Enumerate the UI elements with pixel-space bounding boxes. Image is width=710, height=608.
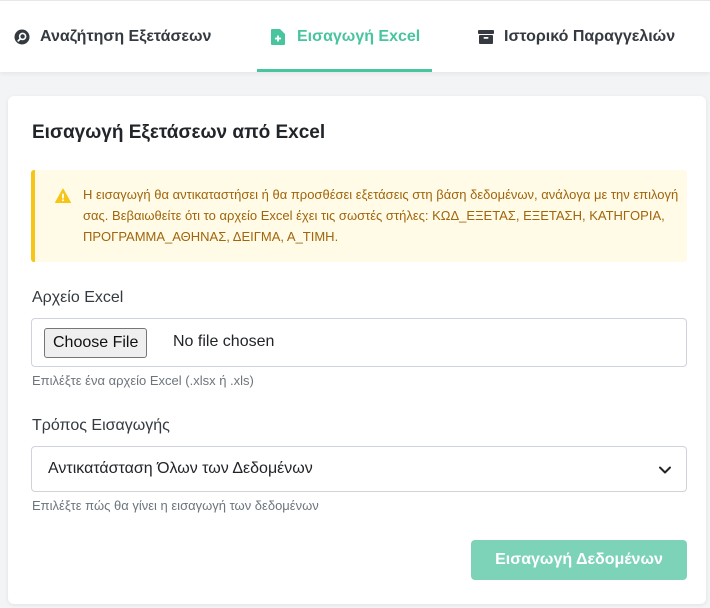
alert-text: Η εισαγωγή θα αντικαταστήσει ή θα προσθέ… xyxy=(83,187,679,244)
mode-help-text: Επιλέξτε πώς θα γίνει η εισαγωγή των δεδ… xyxy=(32,498,319,513)
tab-label: Εισαγωγή Excel xyxy=(297,28,421,45)
import-card: Εισαγωγή Εξετάσεων από Excel Η εισαγωγή … xyxy=(8,96,706,604)
choose-file-button[interactable]: Choose File xyxy=(44,328,148,358)
tab-label: Αναζήτηση Εξετάσεων xyxy=(40,28,212,45)
tab-excel-import[interactable]: Εισαγωγή Excel xyxy=(256,1,433,73)
tab-search-exams[interactable]: Αναζήτηση Εξετάσεων xyxy=(14,1,211,73)
import-mode-select[interactable]: Αντικατάσταση Όλων των Δεδομένων xyxy=(31,446,687,492)
file-input[interactable]: Choose File No file chosen xyxy=(31,318,687,367)
card-title: Εισαγωγή Εξετάσεων από Excel xyxy=(32,122,326,143)
file-field-label: Αρχείο Excel xyxy=(32,289,124,306)
import-mode-label: Τρόπος Εισαγωγής xyxy=(32,417,170,434)
import-data-button[interactable]: Εισαγωγή Δεδομένων xyxy=(471,540,687,580)
chevron-down-icon xyxy=(658,463,672,477)
file-status-text: No file chosen xyxy=(173,333,275,350)
warning-alert: Η εισαγωγή θα αντικαταστήσει ή θα προσθέ… xyxy=(31,170,687,262)
archive-icon xyxy=(478,29,494,45)
tab-label: Ιστορικό Παραγγελιών xyxy=(504,28,676,45)
file-help-text: Επιλέξτε ένα αρχείο Excel (.xlsx ή .xls) xyxy=(32,373,254,388)
select-value: Αντικατάσταση Όλων των Δεδομένων xyxy=(48,460,313,477)
tab-order-history[interactable]: Ιστορικό Παραγγελιών xyxy=(478,1,675,73)
file-plus-icon xyxy=(271,29,287,45)
warning-icon xyxy=(55,188,71,204)
tab-bar: Αναζήτηση Εξετάσεων Εισαγωγή Excel Ιστορ… xyxy=(0,0,710,72)
search-icon xyxy=(14,29,30,45)
